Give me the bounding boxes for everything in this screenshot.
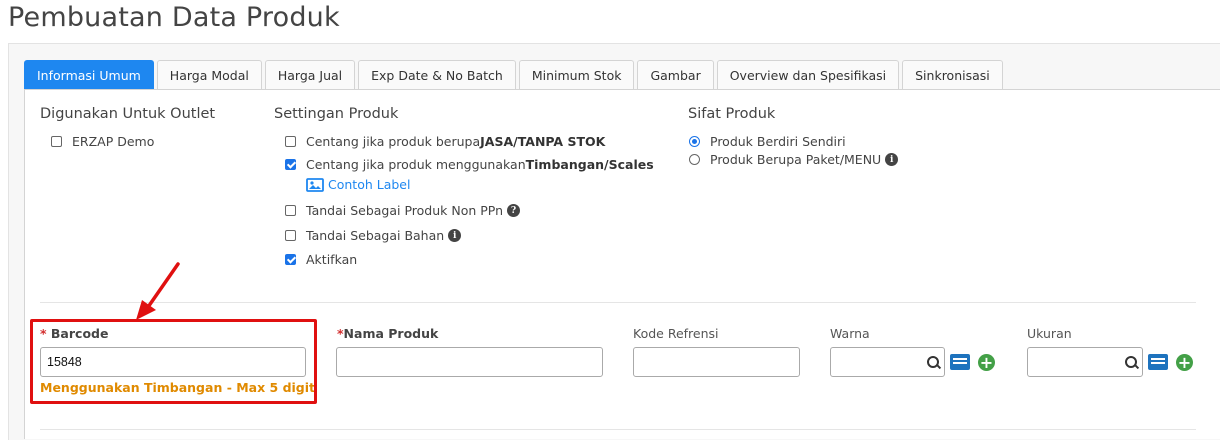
setting-timbangan[interactable]: Centang jika produk menggunakan Timbanga… bbox=[285, 157, 654, 172]
warna-label: Warna bbox=[830, 326, 870, 341]
jasa-label-bold: JASA/TANPA STOK bbox=[480, 134, 606, 149]
tab-informasi-umum[interactable]: Informasi Umum bbox=[24, 60, 154, 90]
search-icon[interactable] bbox=[927, 356, 939, 368]
outlet-label: ERZAP Demo bbox=[72, 134, 155, 149]
outlet-section-title: Digunakan Untuk Outlet bbox=[40, 106, 216, 122]
tab-sinkronisasi[interactable]: Sinkronisasi bbox=[902, 60, 1003, 89]
berdiri-sendiri-label: Produk Berdiri Sendiri bbox=[710, 134, 846, 149]
jasa-checkbox[interactable] bbox=[285, 136, 296, 147]
highlight-box bbox=[30, 319, 317, 404]
tab-harga-modal[interactable]: Harga Modal bbox=[156, 60, 262, 89]
contoh-label-link[interactable]: Contoh Label bbox=[306, 177, 410, 192]
bottom-divider bbox=[40, 429, 1196, 430]
annotation-arrow bbox=[136, 262, 180, 320]
setting-aktifkan[interactable]: Aktifkan bbox=[285, 252, 357, 267]
setting-bahan[interactable]: Tandai Sebagai Bahan i bbox=[285, 228, 462, 243]
image-icon bbox=[306, 177, 324, 192]
settings-section-title: Settingan Produk bbox=[274, 106, 399, 122]
tab-minimum-stok[interactable]: Minimum Stok bbox=[518, 60, 635, 89]
aktifkan-label: Aktifkan bbox=[306, 252, 358, 267]
paket-info-icon[interactable]: i bbox=[885, 153, 899, 166]
jasa-label-prefix: Centang jika produk berupa bbox=[306, 134, 481, 149]
warna-input[interactable] bbox=[830, 347, 945, 377]
kode-referensi-label: Kode Refrensi bbox=[633, 326, 719, 341]
non-ppn-label: Tandai Sebagai Produk Non PPn bbox=[306, 203, 504, 218]
setting-jasa[interactable]: Centang jika produk berupa JASA/TANPA ST… bbox=[285, 134, 605, 149]
tab-gambar[interactable]: Gambar bbox=[637, 60, 714, 89]
search-icon[interactable] bbox=[1125, 356, 1137, 368]
page-title: Pembuatan Data Produk bbox=[8, 2, 340, 33]
nama-produk-input[interactable] bbox=[336, 347, 603, 377]
timbangan-label-bold: Timbangan/Scales bbox=[525, 157, 654, 172]
outlet-checkbox[interactable] bbox=[51, 136, 62, 147]
paket-label: Produk Berupa Paket/MENU bbox=[710, 152, 882, 167]
sifat-option-paket[interactable]: Produk Berupa Paket/MENU i bbox=[689, 152, 899, 167]
timbangan-checkbox[interactable] bbox=[285, 159, 296, 170]
ukuran-input[interactable] bbox=[1027, 347, 1143, 377]
ukuran-label: Ukuran bbox=[1027, 326, 1072, 341]
tab-bar: Informasi Umum Harga Modal Harga Jual Ex… bbox=[24, 60, 1003, 90]
tab-overview[interactable]: Overview dan Spesifikasi bbox=[716, 60, 900, 89]
list-icon[interactable] bbox=[1148, 354, 1168, 370]
sifat-option-berdiri-sendiri[interactable]: Produk Berdiri Sendiri bbox=[689, 134, 846, 149]
outlet-erzap-demo[interactable]: ERZAP Demo bbox=[51, 134, 154, 149]
aktifkan-checkbox[interactable] bbox=[285, 254, 296, 265]
add-icon[interactable]: + bbox=[978, 354, 995, 371]
sifat-section-title: Sifat Produk bbox=[688, 106, 776, 122]
info-icon[interactable]: i bbox=[448, 229, 462, 242]
list-icon[interactable] bbox=[950, 354, 970, 370]
setting-non-ppn[interactable]: Tandai Sebagai Produk Non PPn ? bbox=[285, 203, 521, 218]
tab-exp-date[interactable]: Exp Date & No Batch bbox=[358, 60, 516, 89]
contoh-label-text: Contoh Label bbox=[328, 177, 411, 192]
tab-harga-jual[interactable]: Harga Jual bbox=[264, 60, 356, 89]
non-ppn-checkbox[interactable] bbox=[285, 205, 296, 216]
bahan-checkbox[interactable] bbox=[285, 230, 296, 241]
berdiri-sendiri-radio[interactable] bbox=[689, 136, 700, 147]
timbangan-label-prefix: Centang jika produk menggunakan bbox=[306, 157, 526, 172]
bahan-label: Tandai Sebagai Bahan bbox=[306, 228, 445, 243]
question-icon[interactable]: ? bbox=[507, 204, 521, 217]
section-divider bbox=[40, 302, 1196, 303]
paket-radio[interactable] bbox=[689, 154, 700, 165]
nama-produk-label: *Nama Produk bbox=[337, 326, 439, 341]
kode-referensi-input[interactable] bbox=[633, 347, 800, 377]
add-icon[interactable]: + bbox=[1176, 354, 1193, 371]
